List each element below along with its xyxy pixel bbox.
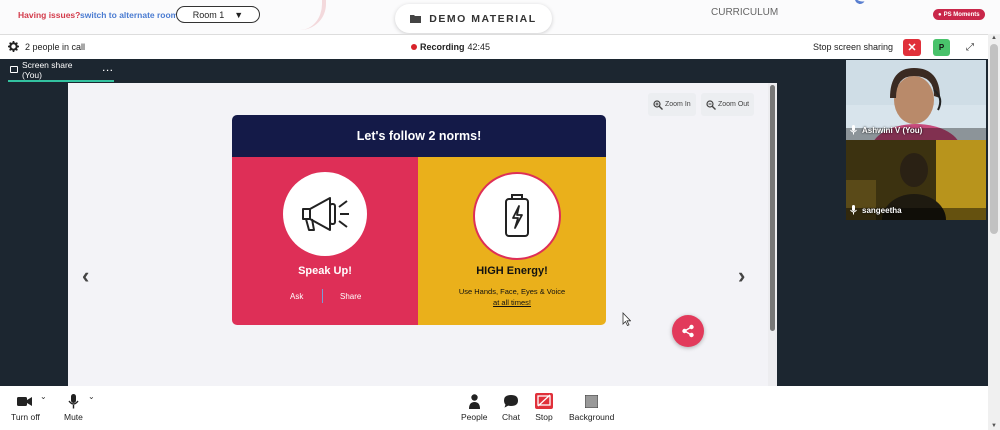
- zoom-in-label: Zoom In: [665, 101, 691, 108]
- slide-viewport: Zoom In Zoom Out ‹ › Let's follow 2 norm…: [68, 83, 768, 386]
- speak-up-panel: Speak Up! Ask Share: [232, 157, 418, 325]
- microphone-icon: [850, 205, 857, 215]
- previous-slide-chevron-icon[interactable]: ‹: [82, 263, 89, 289]
- participant-name-label: sangeetha: [862, 205, 902, 215]
- high-energy-panel: HIGH Energy! Use Hands, Face, Eyes & Voi…: [418, 157, 606, 325]
- chat-bubble-icon: [503, 394, 518, 408]
- participant-tile-self[interactable]: Ashwini V (You): [846, 60, 986, 140]
- participant-tile-remote[interactable]: sangeetha: [846, 140, 986, 220]
- stop-screen-sharing-label: Stop screen sharing: [813, 42, 894, 52]
- screen-share-tab[interactable]: Screen share (You) ···: [8, 59, 114, 82]
- mute-label: Mute: [64, 412, 83, 422]
- ps-moments-label: PS Moments: [943, 11, 980, 18]
- screen-share-tab-label: Screen share (You): [21, 59, 73, 80]
- gear-icon[interactable]: [8, 41, 19, 52]
- high-energy-title: HIGH Energy!: [476, 265, 548, 277]
- zoom-out-icon: [706, 99, 716, 110]
- people-count: 2 people in call: [25, 42, 86, 52]
- chat-label: Chat: [502, 412, 520, 422]
- call-window: 2 people in call Recording 42:45 Stop sc…: [0, 34, 988, 430]
- slide-scrollbar[interactable]: [768, 83, 777, 386]
- issues-text: Having issues?: [18, 10, 81, 20]
- curriculum-tab[interactable]: CURRICULUM: [711, 7, 778, 18]
- background-icon: [585, 394, 599, 408]
- turn-off-camera-button[interactable]: Turn off: [11, 393, 40, 422]
- megaphone-circle: [283, 172, 367, 256]
- people-button[interactable]: People: [461, 393, 487, 422]
- microphone-icon: [68, 393, 79, 408]
- monitor-icon: [10, 66, 18, 73]
- participant-name: Ashwini V (You): [850, 125, 922, 135]
- stop-label: Stop: [535, 412, 553, 422]
- share-fab-button[interactable]: [672, 315, 704, 347]
- recording-time: 42:45: [467, 42, 491, 52]
- scroll-up-icon[interactable]: ▲: [991, 35, 997, 41]
- recording-label: Recording: [420, 42, 465, 52]
- microphone-icon: [850, 125, 857, 135]
- window-scrollbar-thumb[interactable]: [990, 44, 998, 234]
- share-label: Share: [340, 292, 362, 301]
- recording-indicator: Recording 42:45: [411, 42, 490, 52]
- ps-moments-badge[interactable]: ● PS Moments: [933, 9, 985, 20]
- participant-name: sangeetha: [850, 205, 902, 215]
- window-scrollbar[interactable]: ▲ ▼: [988, 34, 1000, 430]
- participant-name-label: Ashwini V (You): [862, 125, 923, 135]
- record-dot-icon: [411, 44, 417, 50]
- high-energy-emphasis: at all times!: [493, 298, 531, 307]
- stop-share-button[interactable]: Stop: [535, 393, 553, 422]
- call-header: 2 people in call Recording 42:45 Stop sc…: [0, 35, 988, 59]
- folder-icon: [410, 15, 422, 23]
- app-root: Having issues? switch to alternate room …: [0, 0, 1000, 430]
- more-options-icon[interactable]: ···: [103, 65, 115, 75]
- room-select[interactable]: Room 1 ▼: [176, 6, 260, 23]
- slide-scrollbar-thumb[interactable]: [770, 85, 775, 331]
- alternate-room-link[interactable]: switch to alternate room: [80, 10, 178, 20]
- speak-up-title: Speak Up!: [298, 265, 352, 277]
- divider: [322, 289, 323, 303]
- scroll-down-icon[interactable]: ▼: [991, 423, 997, 429]
- people-label: People: [461, 412, 488, 422]
- caret-down-icon: ▼: [234, 9, 244, 20]
- high-energy-description: Use Hands, Face, Eyes & Voice: [458, 287, 566, 296]
- ask-label: Ask: [290, 292, 304, 301]
- mic-options-chevron-icon[interactable]: ⌄: [88, 392, 95, 401]
- stop-screen-share-icon: [535, 393, 553, 409]
- turn-off-label: Turn off: [11, 412, 40, 422]
- record-dot-icon: ●: [938, 11, 942, 18]
- mute-button[interactable]: Mute: [64, 393, 83, 422]
- stop-sharing-close-button[interactable]: ✕: [903, 39, 921, 56]
- top-bar: Having issues? switch to alternate room …: [0, 0, 1000, 34]
- decorative-arc: [300, 0, 326, 30]
- mouse-cursor-icon: [622, 312, 631, 326]
- demo-material-button[interactable]: DEMO MATERIAL: [395, 4, 552, 33]
- chat-button[interactable]: Chat: [502, 393, 520, 422]
- zoom-in-icon: [653, 99, 663, 110]
- battery-charging-icon: [505, 194, 529, 237]
- camera-options-chevron-icon[interactable]: ⌄: [40, 392, 47, 401]
- slide: Let's follow 2 norms! Speak Up! Ask Shar…: [232, 115, 606, 325]
- call-controls-bar: Turn off ⌄ Mute ⌄ People Chat Stop Backg…: [0, 386, 988, 430]
- megaphone-icon: [302, 197, 349, 231]
- zoom-out-button[interactable]: Zoom Out: [701, 93, 755, 116]
- video-camera-icon: [17, 396, 33, 406]
- slide-title: Let's follow 2 norms!: [232, 115, 606, 157]
- zoom-out-label: Zoom Out: [718, 101, 750, 108]
- battery-circle: [473, 172, 561, 260]
- person-icon: [468, 393, 480, 409]
- participant-avatar-button[interactable]: P: [933, 39, 950, 56]
- background-button[interactable]: Background: [569, 393, 614, 422]
- background-label: Background: [569, 412, 615, 422]
- room-select-value: Room 1: [192, 9, 225, 20]
- decorative-mark: [853, 0, 867, 6]
- expand-icon[interactable]: ⤢: [962, 40, 978, 55]
- demo-material-label: DEMO MATERIAL: [429, 12, 537, 25]
- screen-share-stage: Screen share (You) ··· Zoom In Zoom Out …: [0, 59, 988, 386]
- next-slide-chevron-icon[interactable]: ›: [738, 263, 745, 289]
- share-icon: [682, 324, 694, 338]
- zoom-in-button[interactable]: Zoom In: [648, 93, 696, 116]
